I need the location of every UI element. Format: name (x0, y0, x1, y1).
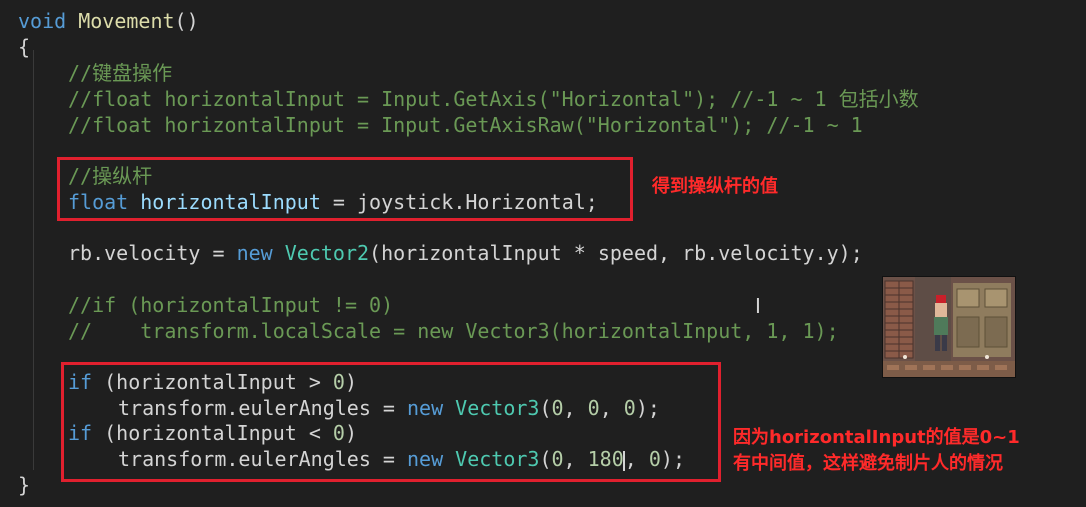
code-line-2: { (18, 35, 31, 59)
code-line-3: //键盘操作 (68, 61, 173, 85)
i-beam-cursor-icon: I (755, 294, 761, 318)
code-line-5: //float horizontalInput = Input.GetAxisR… (68, 113, 863, 137)
pixel-art-scene (883, 277, 1015, 377)
rotation-highlight-box (61, 362, 721, 482)
joystick-highlight-box (57, 157, 633, 221)
rotation-annotation-line-1: 因为horizontalInput的值是0~1 (733, 427, 1020, 448)
game-preview-thumbnail (882, 276, 1016, 378)
joystick-annotation: 得到操纵杆的值 (652, 176, 778, 197)
code-line-9: //if (horizontalInput != 0) (68, 293, 394, 317)
indent-guide (33, 50, 34, 470)
code-line-15: } (18, 473, 31, 497)
code-line-1: void Movement() (18, 9, 199, 33)
code-line-8: rb.velocity = new Vector2(horizontalInpu… (68, 241, 863, 265)
code-line-4: //float horizontalInput = Input.GetAxis(… (68, 87, 919, 111)
code-line-10: // transform.localScale = new Vector3(ho… (68, 319, 839, 343)
rotation-annotation-line-2: 有中间值，这样避免制片人的情况 (733, 453, 1003, 474)
